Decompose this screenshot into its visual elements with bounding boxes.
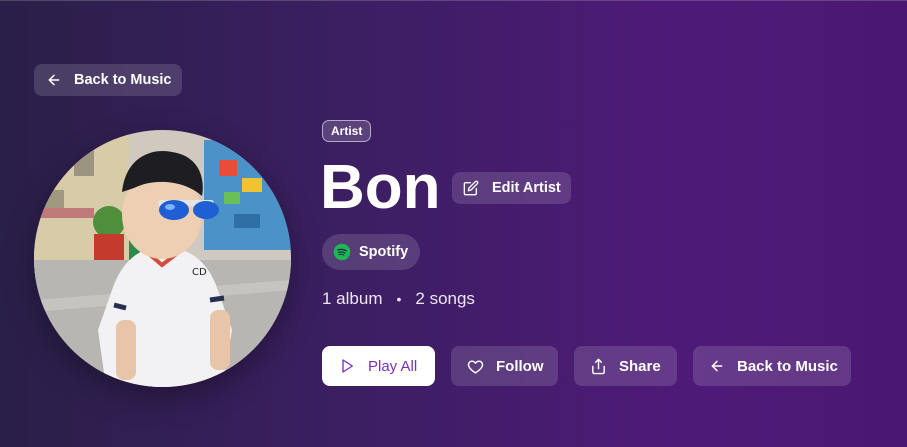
back-to-music-bottom-label: Back to Music (737, 357, 838, 375)
play-icon (342, 359, 353, 373)
spotify-label: Spotify (359, 244, 409, 260)
artist-name: Bon (320, 153, 441, 222)
share-label: Share (619, 357, 661, 375)
share-icon (592, 358, 605, 374)
edit-pencil-icon (463, 180, 479, 196)
arrow-left-icon (711, 360, 723, 372)
follow-button[interactable]: Follow (451, 346, 558, 386)
artist-avatar: CD (34, 130, 291, 387)
play-all-label: Play All (368, 357, 418, 375)
edit-artist-label: Edit Artist (492, 180, 561, 196)
back-to-music-bottom-button[interactable]: Back to Music (693, 346, 851, 386)
stats-separator: • (396, 291, 402, 307)
artist-stats: 1 album • 2 songs (322, 289, 475, 309)
svg-text:CD: CD (192, 267, 207, 278)
arrow-left-icon (48, 74, 60, 86)
back-to-music-label: Back to Music (74, 72, 172, 88)
song-count: 2 songs (415, 289, 475, 308)
share-button[interactable]: Share (574, 346, 677, 386)
spotify-icon (333, 243, 351, 261)
album-count: 1 album (322, 289, 383, 308)
play-all-button[interactable]: Play All (322, 346, 435, 386)
spotify-link[interactable]: Spotify (322, 234, 421, 270)
back-to-music-button[interactable]: Back to Music (34, 64, 182, 96)
artist-photo: CD (34, 130, 291, 387)
artist-role-badge: Artist (322, 120, 372, 142)
edit-artist-button[interactable]: Edit Artist (452, 172, 571, 204)
follow-label: Follow (496, 357, 544, 375)
heart-icon (467, 359, 484, 374)
top-border (0, 0, 907, 1)
